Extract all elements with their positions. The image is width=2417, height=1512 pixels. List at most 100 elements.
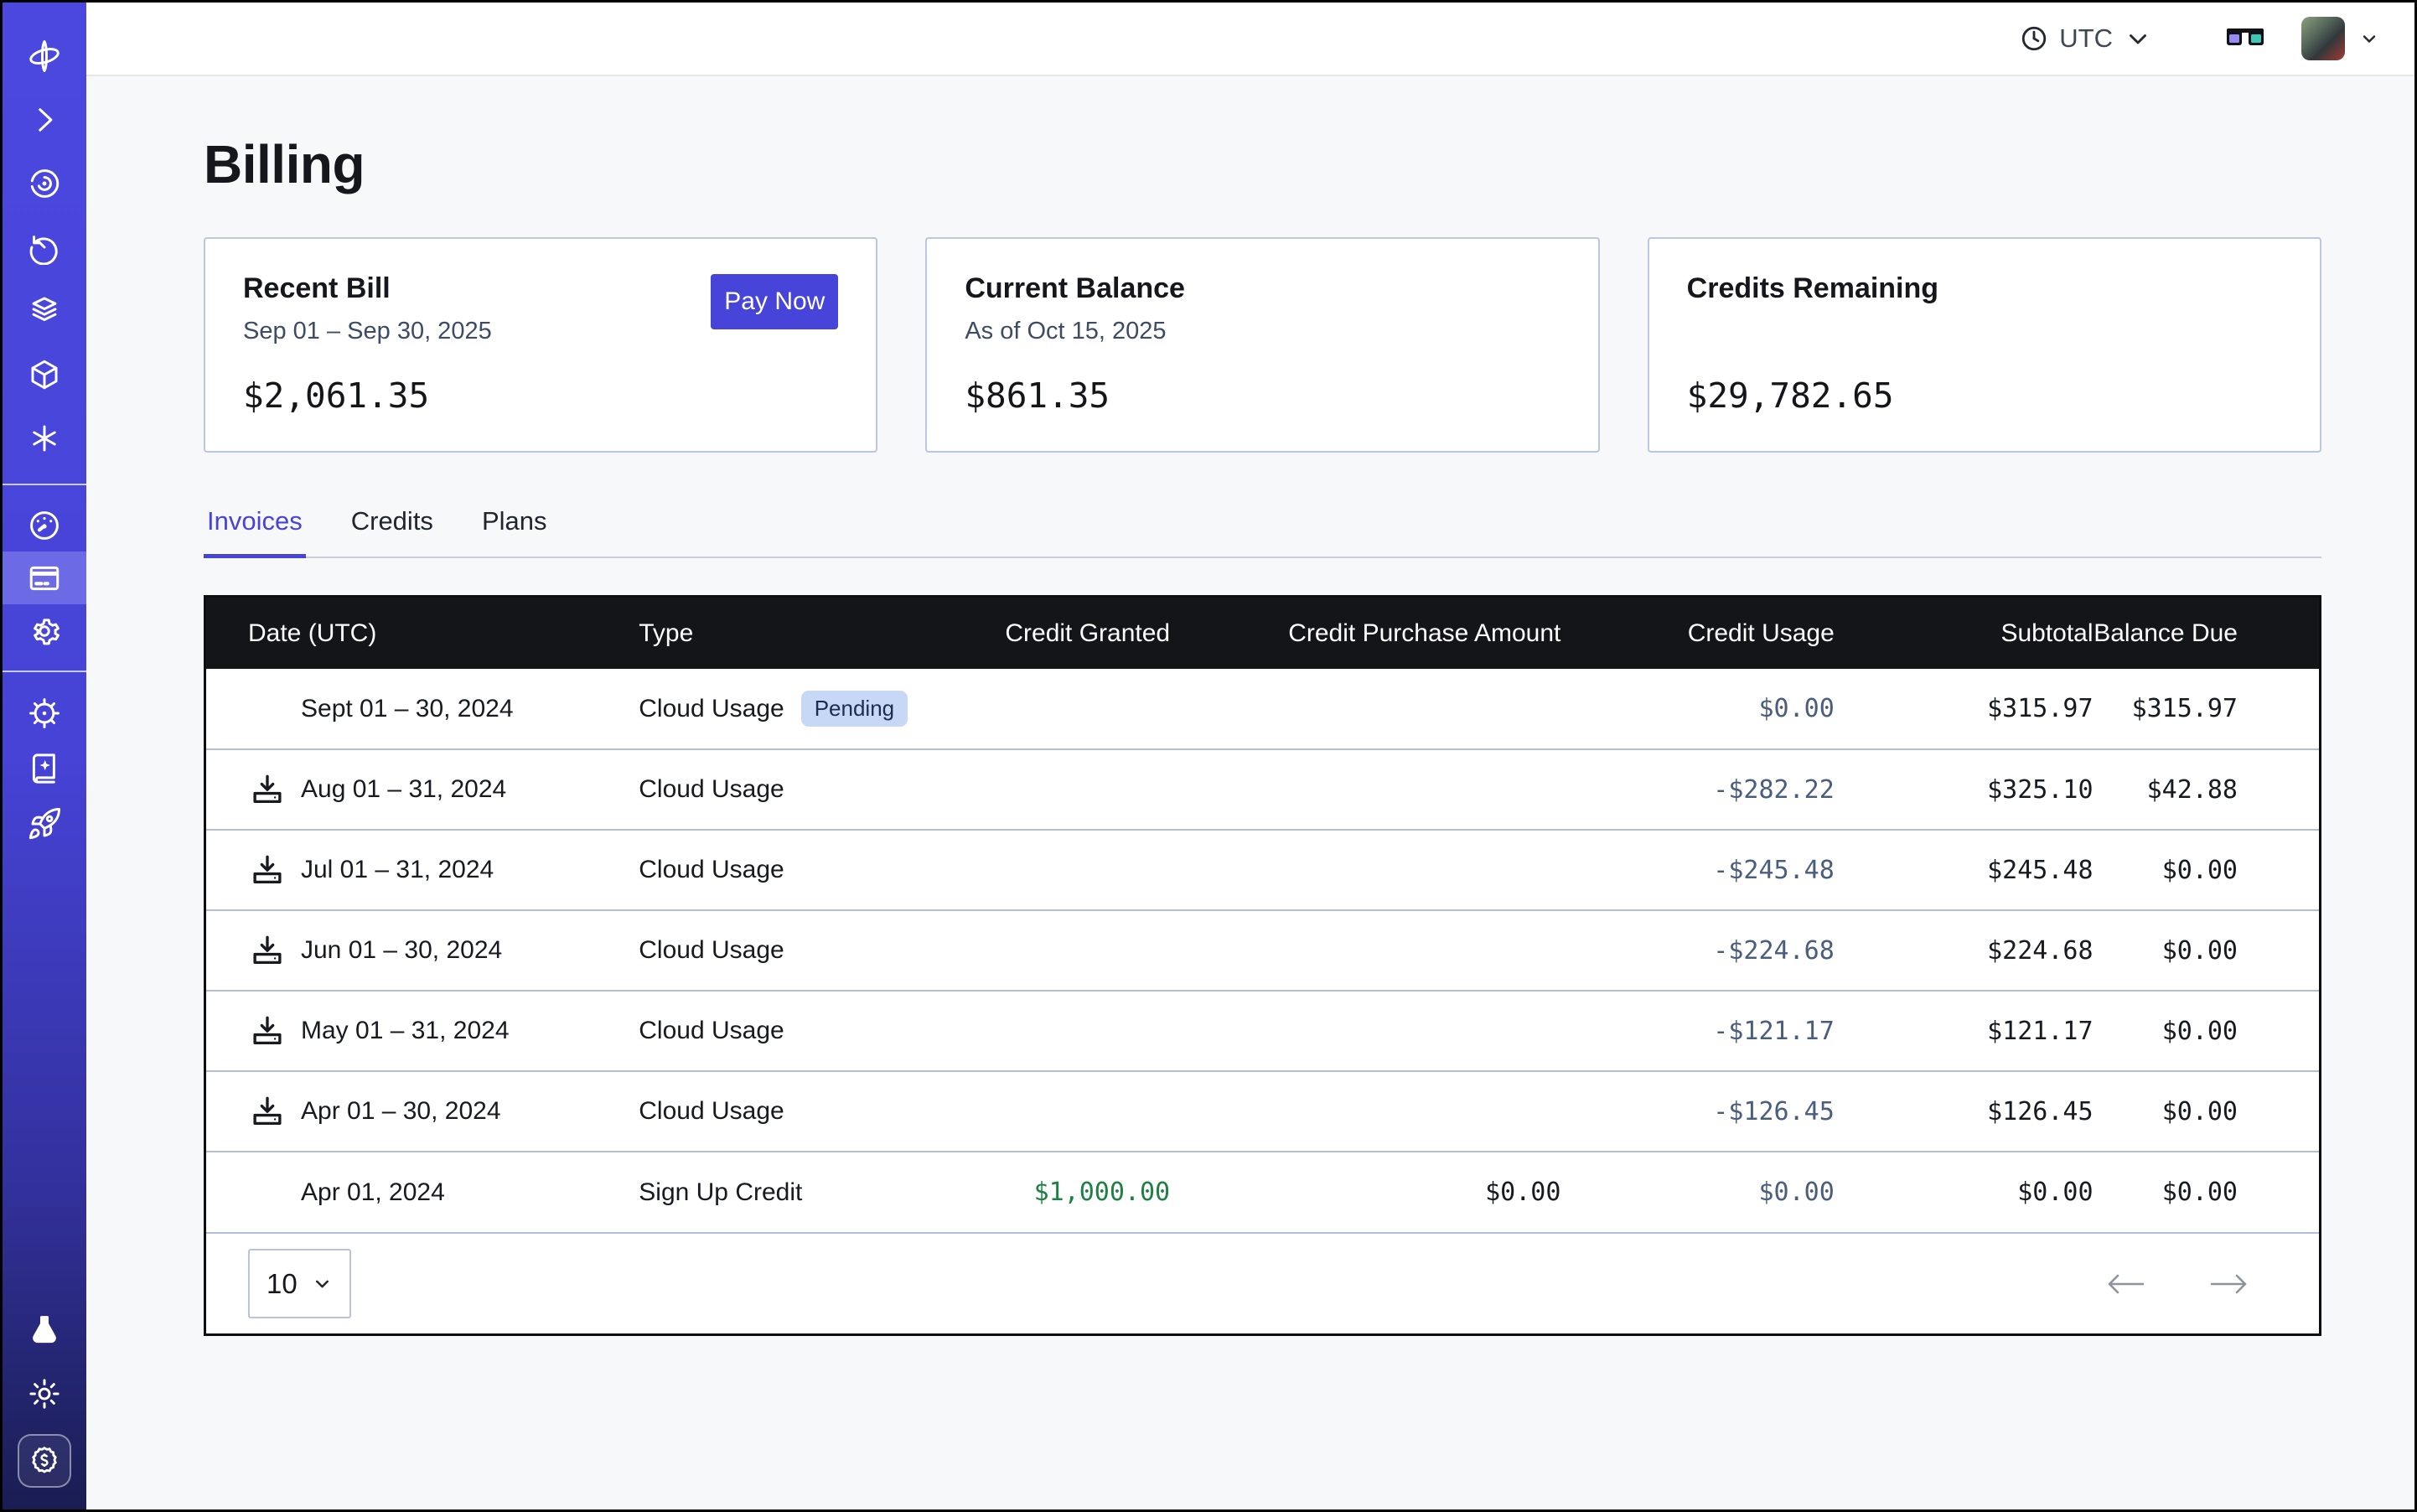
gauge-icon (27, 508, 62, 543)
card-amount: $861.35 (965, 375, 1560, 416)
sidebar (3, 3, 86, 1509)
sidebar-item-layers[interactable] (3, 279, 86, 343)
page-title: Billing (204, 133, 2321, 195)
sidebar-divider (3, 484, 86, 485)
subtotal-value: $325.10 (1835, 749, 2094, 830)
invoice-date: Aug 01 – 31, 2024 (301, 775, 506, 804)
table-row: Apr 01 – 30, 2024Cloud Usage-$126.45$126… (206, 1071, 2319, 1152)
column-header-credit-purchase: Credit Purchase Amount (1170, 598, 1560, 669)
balance-due-value: $0.00 (2094, 1152, 2319, 1232)
download-invoice[interactable] (248, 1012, 286, 1050)
column-header-balance-due: Balance Due (2094, 598, 2319, 669)
table-row: Jul 01 – 31, 2024 Cloud Usage -$245.48$245… (206, 830, 2319, 910)
sidebar-item-credits[interactable] (18, 1434, 71, 1488)
card-subtitle: As of Oct 15, 2025 (965, 318, 1185, 346)
table-row: Aug 01 – 31, 2024Cloud Usage-$282.22$325… (206, 749, 2319, 830)
sidebar-item-billing[interactable] (3, 551, 86, 604)
billing-page: Billing Recent Bill Sep 01 – Sep 30, 202… (86, 76, 2414, 1509)
chevron-down-icon (312, 1273, 333, 1294)
layers-icon (27, 293, 62, 329)
invoice-type: Sign Up Credit (639, 1178, 802, 1207)
invoice-type: Cloud Usage (639, 695, 784, 723)
subtotal-value: $315.97 (1835, 669, 2094, 749)
credit-usage-value: $0.00 (1560, 669, 1834, 749)
tab-invoices[interactable]: Invoices (204, 506, 306, 557)
credit-granted-value (961, 669, 1170, 749)
tab-plans[interactable]: Plans (479, 506, 551, 557)
table-row: Jun 01 – 30, 2024Cloud Usage-$224.68$224… (206, 910, 2319, 991)
sidebar-item-rocket[interactable] (3, 796, 86, 852)
sidebar-item-asterisk[interactable] (3, 406, 86, 470)
download-invoice-icon[interactable] (250, 852, 285, 888)
history-clock-icon (27, 230, 62, 265)
download-invoice[interactable] (248, 852, 286, 889)
next-page-button[interactable] (2210, 1271, 2249, 1297)
3d-glasses-icon (2226, 26, 2264, 51)
sidebar-item-usage[interactable] (3, 499, 86, 551)
sidebar-item-theme[interactable] (3, 1362, 86, 1426)
credit-purchase-value (1170, 830, 1560, 910)
sidebar-item-history[interactable] (3, 215, 86, 279)
recent-bill-card: Recent Bill Sep 01 – Sep 30, 2025 Pay No… (204, 237, 877, 453)
sidebar-item-logo[interactable] (3, 24, 86, 88)
tab-credits[interactable]: Credits (348, 506, 437, 557)
subtotal-value: $245.48 (1835, 830, 2094, 910)
table-header-row: Date (UTC) Type Credit Granted Credit Pu… (206, 598, 2319, 669)
credit-usage-value: -$282.22 (1560, 749, 1834, 830)
pay-now-button[interactable]: Pay Now (711, 274, 838, 329)
sidebar-item-settings[interactable] (3, 604, 86, 657)
summary-cards: Recent Bill Sep 01 – Sep 30, 2025 Pay No… (204, 237, 2321, 453)
credit-purchase-value (1170, 669, 1560, 749)
table-row: Sept 01 – 30, 2024Cloud UsagePending$0.0… (206, 669, 2319, 749)
credit-usage-value: -$121.17 (1560, 991, 1834, 1071)
column-header-type: Type (597, 598, 961, 669)
book-sparkle-icon (27, 751, 62, 786)
card-title: Credits Remaining (1687, 272, 1938, 305)
download-invoice[interactable] (248, 932, 286, 970)
credit-purchase-value (1170, 1071, 1560, 1152)
balance-due-value: $0.00 (2094, 830, 2319, 910)
account-menu[interactable] (2301, 17, 2379, 60)
dollar-badge-icon (28, 1444, 61, 1478)
download-invoice-icon[interactable] (250, 772, 285, 807)
sidebar-item-docs[interactable] (3, 741, 86, 796)
credit-usage-value: $0.00 (1560, 1152, 1834, 1232)
download-invoice-icon[interactable] (250, 933, 285, 968)
download-invoice[interactable] (248, 1093, 286, 1131)
billing-card-icon (27, 561, 62, 596)
sidebar-divider (3, 671, 86, 672)
sidebar-item-helm[interactable] (3, 686, 86, 741)
column-header-subtotal: Subtotal (1835, 598, 2094, 669)
helm-wheel-icon (27, 696, 62, 731)
sidebar-item-lab[interactable] (3, 1298, 86, 1362)
table-row: Apr 01, 2024Sign Up Credit$1,000.00$0.00… (206, 1152, 2319, 1232)
chevron-down-icon (2359, 28, 2379, 49)
cube-icon (27, 357, 62, 392)
card-title: Recent Bill (243, 272, 492, 305)
balance-due-value: $0.00 (2094, 991, 2319, 1071)
invoice-date: Jul 01 – 31, 2024 (301, 856, 494, 884)
timezone-selector[interactable]: UTC (2020, 23, 2152, 54)
invoice-date: May 01 – 31, 2024 (301, 1017, 510, 1045)
avatar (2301, 17, 2345, 60)
chevron-down-icon (2124, 24, 2152, 53)
sidebar-item-observe[interactable] (3, 152, 86, 215)
credit-granted-value (961, 991, 1170, 1071)
prev-page-button[interactable] (2106, 1271, 2145, 1297)
card-subtitle (1687, 318, 1938, 346)
sidebar-item-cube[interactable] (3, 343, 86, 406)
3d-glasses-button[interactable] (2226, 26, 2264, 51)
credit-purchase-value (1170, 749, 1560, 830)
balance-due-value: $0.00 (2094, 1071, 2319, 1152)
download-invoice-icon[interactable] (250, 1094, 285, 1129)
clock-icon (2020, 24, 2048, 53)
invoice-type: Cloud Usage (639, 856, 784, 884)
table-row: May 01 – 31, 2024Cloud Usage-$121.17$121… (206, 991, 2319, 1071)
invoice-date: Jun 01 – 30, 2024 (301, 936, 502, 965)
download-invoice[interactable] (248, 771, 286, 809)
timezone-label: UTC (2059, 23, 2113, 54)
sidebar-item-expand[interactable] (3, 88, 86, 152)
page-size-select[interactable]: 10 (248, 1249, 351, 1318)
download-invoice-icon[interactable] (250, 1013, 285, 1049)
credit-usage-value: -$245.48 (1560, 830, 1834, 910)
